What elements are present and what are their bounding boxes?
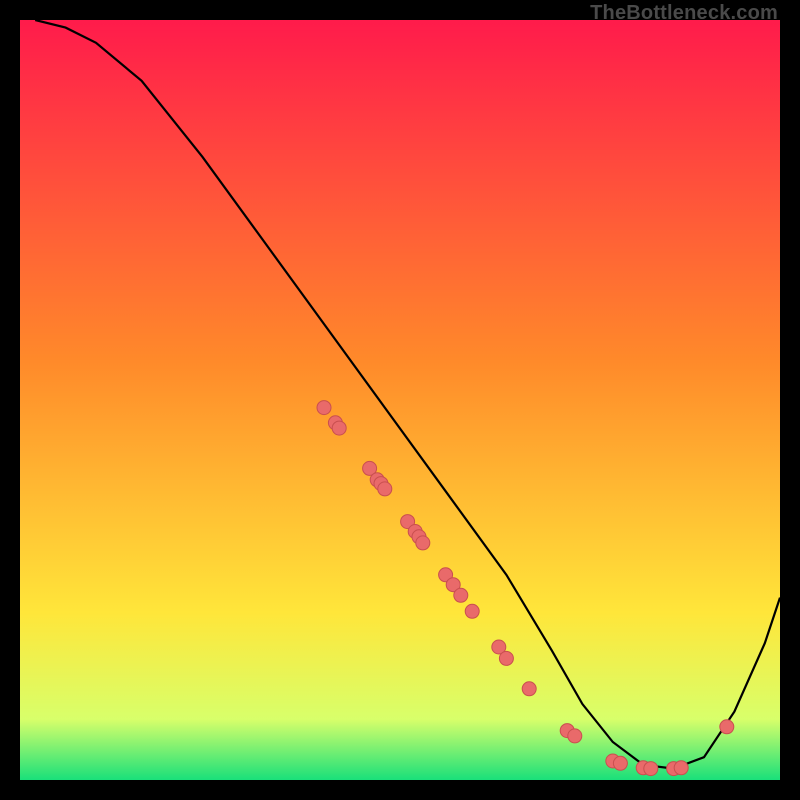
scatter-point [317, 401, 331, 415]
scatter-point [378, 482, 392, 496]
scatter-point [720, 720, 734, 734]
scatter-point [499, 651, 513, 665]
scatter-point [674, 761, 688, 775]
scatter-point [568, 729, 582, 743]
scatter-point [465, 604, 479, 618]
scatter-point [644, 762, 658, 776]
scatter-point [522, 682, 536, 696]
scatter-point [416, 536, 430, 550]
scatter-point [454, 588, 468, 602]
chart-svg [20, 20, 780, 780]
chart-frame [20, 20, 780, 780]
scatter-point [332, 421, 346, 435]
scatter-point [613, 756, 627, 770]
gradient-background [20, 20, 780, 780]
